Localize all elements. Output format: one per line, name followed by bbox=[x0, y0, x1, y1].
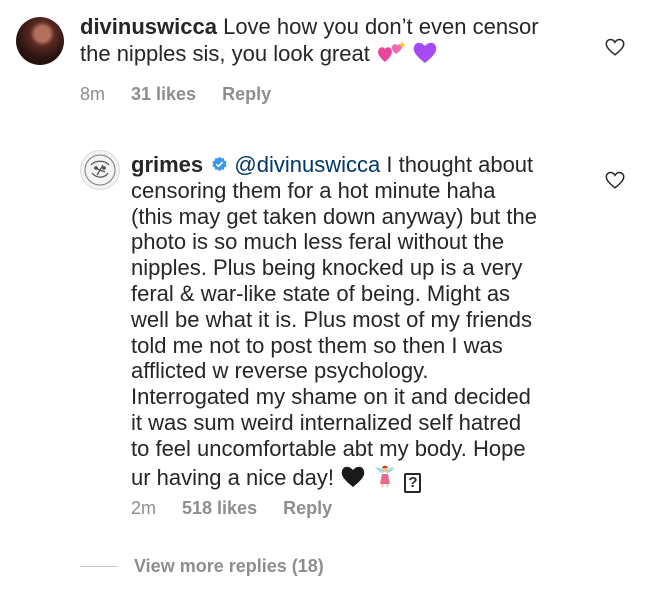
comment-2-line-11: to feel uncomfortable abt my body. Hope bbox=[131, 435, 526, 461]
avatar-divinuswicca[interactable] bbox=[16, 17, 64, 65]
fairy-emoji bbox=[372, 462, 398, 494]
comment-2-line-4: nipples. Plus being knocked up is a very bbox=[131, 255, 523, 281]
avatar-grimes[interactable] bbox=[80, 150, 120, 190]
comment-2-reply-button[interactable]: Reply bbox=[283, 498, 332, 519]
comment-2-line-1: censoring them for a hot minute haha bbox=[131, 177, 496, 203]
unknown-glyph-box: ? bbox=[404, 472, 422, 493]
comment-2-line-9: Interrogated my shame on it and decided bbox=[131, 384, 531, 410]
username-grimes[interactable]: grimes bbox=[131, 152, 203, 177]
comment-2-time: 2m bbox=[131, 498, 157, 518]
comment-1-line1: Love how you don’t even censor bbox=[223, 14, 539, 39]
comment-2-line-8: afflicted w reverse psychology. bbox=[131, 358, 429, 384]
comment-2-likes[interactable]: 518 likes bbox=[182, 498, 257, 519]
comment-2-line-12: ur having a nice day! bbox=[131, 464, 335, 490]
comment-2-line-2: (this may get taken down anyway) but the bbox=[131, 203, 537, 229]
black-heart-emoji bbox=[340, 464, 366, 494]
comment-1-time: 8m bbox=[80, 84, 106, 104]
comment-text-1: divinuswicca Love how you don’t even cen… bbox=[80, 14, 580, 70]
comment-2-line-0: I thought about bbox=[386, 152, 534, 177]
comment-1-reply-button[interactable]: Reply bbox=[222, 84, 271, 105]
comment-2-line-7: told me not to post them so then I was bbox=[131, 332, 503, 358]
view-more-replies-button[interactable]: View more replies (18) bbox=[80, 556, 324, 577]
comment-2-line-3: photo is so much less feral without the bbox=[131, 229, 504, 255]
username-divinuswicca[interactable]: divinuswicca bbox=[80, 14, 217, 39]
verified-badge-icon bbox=[211, 153, 228, 172]
comment-1-likes[interactable]: 31 likes bbox=[131, 84, 196, 105]
purple-heart-emoji bbox=[412, 40, 438, 70]
comment-1-meta: 8m 31 likes Reply bbox=[80, 84, 271, 105]
comment-2-line-5: feral & war-like state of being. Might a… bbox=[131, 280, 511, 306]
view-more-divider bbox=[80, 566, 118, 567]
view-more-label: View more replies (18) bbox=[134, 556, 324, 576]
heart-icon[interactable] bbox=[604, 36, 626, 58]
comment-1-line2: the nipples sis, you look great bbox=[80, 40, 370, 66]
comment-2-meta: 2m 518 likes Reply bbox=[131, 498, 332, 519]
comment-2-line-6: well be what it is. Plus most of my frie… bbox=[131, 306, 533, 332]
sparkling-heart-emoji bbox=[376, 40, 406, 70]
comment-text-2: grimes @divinuswicca I thought about cen… bbox=[131, 152, 601, 493]
comment-2-line-10: it was sum weird internalized self hatre… bbox=[131, 409, 522, 435]
heart-icon[interactable] bbox=[604, 169, 626, 191]
mention-link[interactable]: @divinuswicca bbox=[234, 152, 380, 177]
